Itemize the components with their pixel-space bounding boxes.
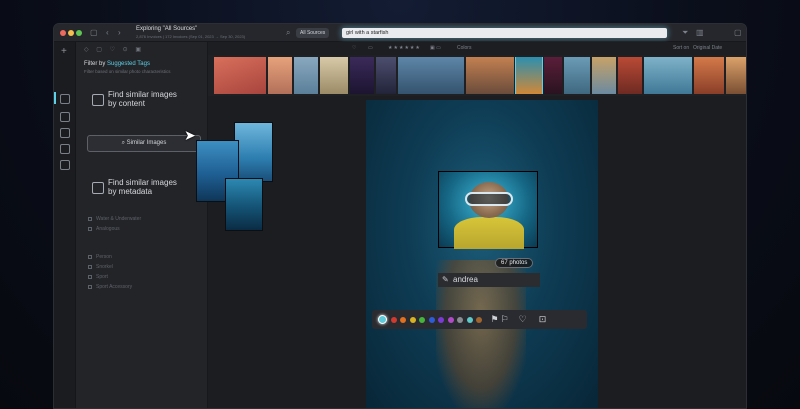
secondary-toolbar: ♡ ▭ ★★★★★★ ▣ ▭ Colors Sort on Original D… <box>208 42 746 55</box>
sidebar: ◇ ▢ ♡ ⊙ ▣ Filter by Suggested Tags Filte… <box>76 42 208 408</box>
title-bar: ▢ ‹ › Exploring "All Sources" 2,876 Invo… <box>54 24 746 42</box>
sort-label: Sort on <box>673 45 690 51</box>
inspector-toggle-icon[interactable]: ▢ <box>734 28 742 38</box>
thumbnail-strip <box>214 57 746 94</box>
view-mode-icon[interactable]: ▣ ▭ <box>430 45 441 51</box>
colors-filter[interactable]: Colors <box>457 45 471 51</box>
zoom-window-button[interactable] <box>76 30 82 36</box>
suggested-tags-link[interactable]: Suggested Tags <box>107 61 150 67</box>
filter-icon[interactable]: ⏷ <box>682 28 688 38</box>
people-icon[interactable] <box>60 128 70 138</box>
face-highlight[interactable] <box>438 171 538 249</box>
sidebar-tab-icons[interactable]: ◇ ▢ ♡ ⊙ ▣ <box>84 46 144 53</box>
option-by-content[interactable]: Find similar images by content <box>108 90 177 108</box>
face-scan-icon[interactable]: ⊡ <box>539 315 547 324</box>
rating-stars[interactable]: ★★★★★★ <box>388 45 421 51</box>
thumbnail[interactable] <box>592 57 616 94</box>
thumbnail[interactable] <box>564 57 590 94</box>
chart-icon[interactable]: ▥ <box>696 28 704 38</box>
map-icon[interactable] <box>60 144 70 154</box>
app-window: ▢ ‹ › Exploring "All Sources" 2,876 Invo… <box>53 23 747 409</box>
filter-subtitle: Filter based on similar photo characteri… <box>84 69 171 74</box>
color-swatch-red[interactable] <box>390 316 397 323</box>
face-crop-mask <box>465 192 513 206</box>
color-swatch-yellow[interactable] <box>409 316 416 323</box>
color-swatch-teal[interactable] <box>466 316 473 323</box>
left-rail: + <box>54 42 76 408</box>
color-label-bar: ⚑ ⚐ ♡ ⊡ <box>372 310 587 329</box>
floating-thumbnail[interactable] <box>234 122 273 182</box>
comment-icon[interactable]: ▭ <box>368 45 373 51</box>
forward-icon[interactable]: › <box>118 28 121 38</box>
tag-item[interactable]: Sport Accessory <box>88 284 132 290</box>
minimize-window-button[interactable] <box>68 30 74 36</box>
scan-icon[interactable] <box>60 160 70 170</box>
window-subtitle: 2,876 Invoices | 172 Invoices (Sep 01, 2… <box>136 34 246 39</box>
close-window-button[interactable] <box>60 30 66 36</box>
thumbnail[interactable] <box>618 57 642 94</box>
library-icon[interactable] <box>60 94 70 104</box>
color-swatch-blue[interactable] <box>428 316 435 323</box>
color-swatch-magenta[interactable] <box>447 316 454 323</box>
thumbnail[interactable] <box>320 57 348 94</box>
color-swatch-brown[interactable] <box>476 316 482 323</box>
source-selector[interactable]: All Sources <box>296 28 330 38</box>
thumbnail-selected[interactable] <box>515 57 543 94</box>
thumbnail[interactable] <box>214 57 266 94</box>
sort-selector[interactable]: Original Date <box>693 45 722 51</box>
person-name: andrea <box>453 275 478 284</box>
pencil-icon[interactable]: ✎ <box>442 273 449 287</box>
back-icon[interactable]: ‹ <box>106 28 109 38</box>
main-viewer <box>208 96 746 408</box>
unflag-icon[interactable]: ⚐ <box>501 315 509 324</box>
color-swatch-green[interactable] <box>419 316 425 323</box>
color-swatch-orange[interactable] <box>400 316 406 323</box>
tag-item[interactable]: Sport <box>88 274 108 280</box>
pointer-cursor-icon: ➤ <box>184 127 196 143</box>
tag-item[interactable]: Snorkel <box>88 264 113 270</box>
color-swatch-purple[interactable] <box>438 316 444 323</box>
thumbnail[interactable] <box>644 57 692 94</box>
color-swatch-selected[interactable] <box>378 315 387 324</box>
flag-icon[interactable]: ⚑ <box>491 315 499 324</box>
sidebar-toggle-icon[interactable]: ▢ <box>90 28 98 38</box>
heart-icon[interactable]: ♡ <box>352 45 356 51</box>
thumbnail[interactable] <box>694 57 724 94</box>
option-by-metadata[interactable]: Find similar images by metadata <box>108 178 177 196</box>
heart-icon[interactable]: ♡ <box>519 315 527 324</box>
photos-icon[interactable] <box>60 112 70 122</box>
thumbnail[interactable] <box>466 57 514 94</box>
thumbnail[interactable] <box>544 57 562 94</box>
face-crop-body <box>454 217 524 249</box>
thumbnail[interactable] <box>294 57 318 94</box>
tag-item[interactable]: Analogous <box>88 226 120 232</box>
thumbnail[interactable] <box>376 57 396 94</box>
color-swatch-gray[interactable] <box>457 316 463 323</box>
thumbnail[interactable] <box>350 57 374 94</box>
thumbnail[interactable] <box>398 57 464 94</box>
content-search-icon <box>92 94 104 106</box>
thumbnail[interactable] <box>268 57 292 94</box>
thumbnail[interactable] <box>726 57 746 94</box>
search-icon[interactable]: ⌕ <box>286 28 290 38</box>
person-name-tag[interactable]: ✎ andrea <box>438 273 540 287</box>
metadata-search-icon <box>92 182 104 194</box>
tag-item[interactable]: Person <box>88 254 112 260</box>
photos-count-badge: 67 photos <box>495 258 534 268</box>
floating-thumbnail[interactable] <box>225 178 263 231</box>
tag-item[interactable]: Water & Underwater <box>88 216 141 222</box>
add-icon[interactable]: + <box>61 47 67 57</box>
rail-active-indicator <box>54 92 56 104</box>
filter-title: Filter by Suggested Tags <box>84 61 150 67</box>
main-photo[interactable] <box>366 100 598 408</box>
search-input[interactable]: girl with a starfish <box>342 28 667 38</box>
window-title: Exploring "All Sources" <box>136 26 198 32</box>
